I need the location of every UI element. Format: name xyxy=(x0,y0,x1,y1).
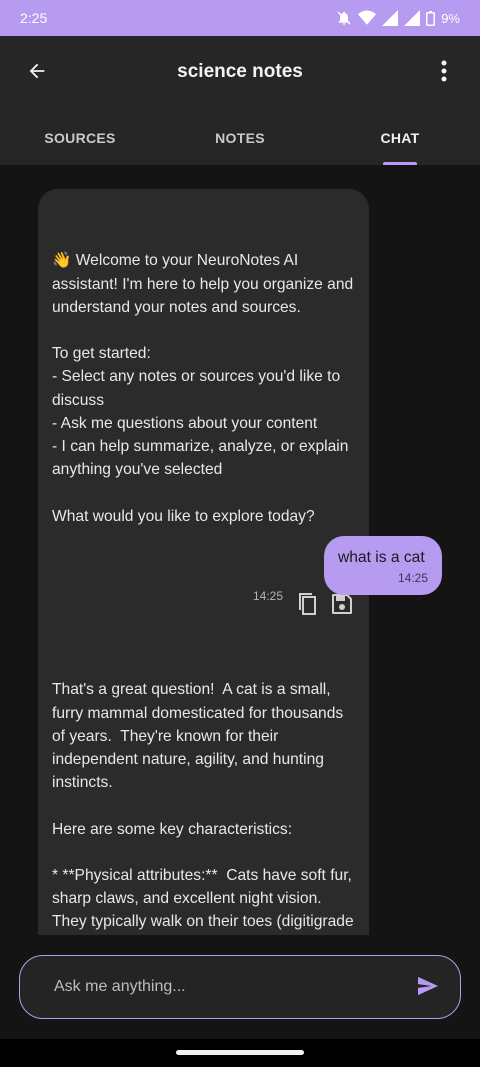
battery-icon xyxy=(426,10,436,26)
message-footer: 14:25 xyxy=(52,584,355,616)
assistant-message: That's a great question! A cat is a smal… xyxy=(38,618,369,935)
battery-percent: 9% xyxy=(441,10,460,26)
assistant-message-text: 👋 Welcome to your NeuroNotes AI assistan… xyxy=(52,252,354,525)
user-message-text: what is a cat xyxy=(338,549,425,566)
tab-bar: SOURCES NOTES CHAT xyxy=(0,110,480,165)
page-title: science notes xyxy=(177,61,303,82)
user-message: what is a cat 14:25 xyxy=(324,536,442,595)
tab-sources[interactable]: SOURCES xyxy=(0,110,160,165)
status-bar: 2:25 9% xyxy=(0,0,480,36)
chat-messages[interactable]: 👋 Welcome to your NeuroNotes AI assistan… xyxy=(0,165,480,935)
assistant-message: 👋 Welcome to your NeuroNotes AI assistan… xyxy=(38,189,369,667)
message-time: 14:25 xyxy=(252,588,283,603)
assistant-message-text: That's a great question! A cat is a smal… xyxy=(52,681,354,931)
wifi-icon xyxy=(358,10,377,26)
overflow-menu-button[interactable] xyxy=(434,58,454,88)
tab-chat[interactable]: CHAT xyxy=(320,110,480,165)
message-time: 14:25 xyxy=(397,571,428,585)
more-vert-icon xyxy=(441,60,447,87)
tab-chat-label: CHAT xyxy=(380,130,420,146)
send-icon xyxy=(417,976,439,1001)
app-bar: science notes xyxy=(0,36,480,110)
send-button[interactable] xyxy=(416,976,440,1000)
signal-icon xyxy=(382,10,399,26)
tab-notes-label: NOTES xyxy=(215,130,265,146)
status-time: 2:25 xyxy=(20,10,48,26)
signal-icon-2 xyxy=(404,10,421,26)
message-input-container xyxy=(19,955,461,1019)
composer xyxy=(0,935,480,1039)
notifications-off-icon xyxy=(336,10,352,26)
home-gesture-handle[interactable] xyxy=(176,1050,304,1055)
status-icons: 9% xyxy=(336,10,460,26)
copy-button[interactable] xyxy=(297,584,321,616)
message-input[interactable] xyxy=(52,977,392,997)
system-nav-bar xyxy=(0,1039,480,1067)
tab-sources-label: SOURCES xyxy=(44,130,116,146)
tab-notes[interactable]: NOTES xyxy=(160,110,320,165)
